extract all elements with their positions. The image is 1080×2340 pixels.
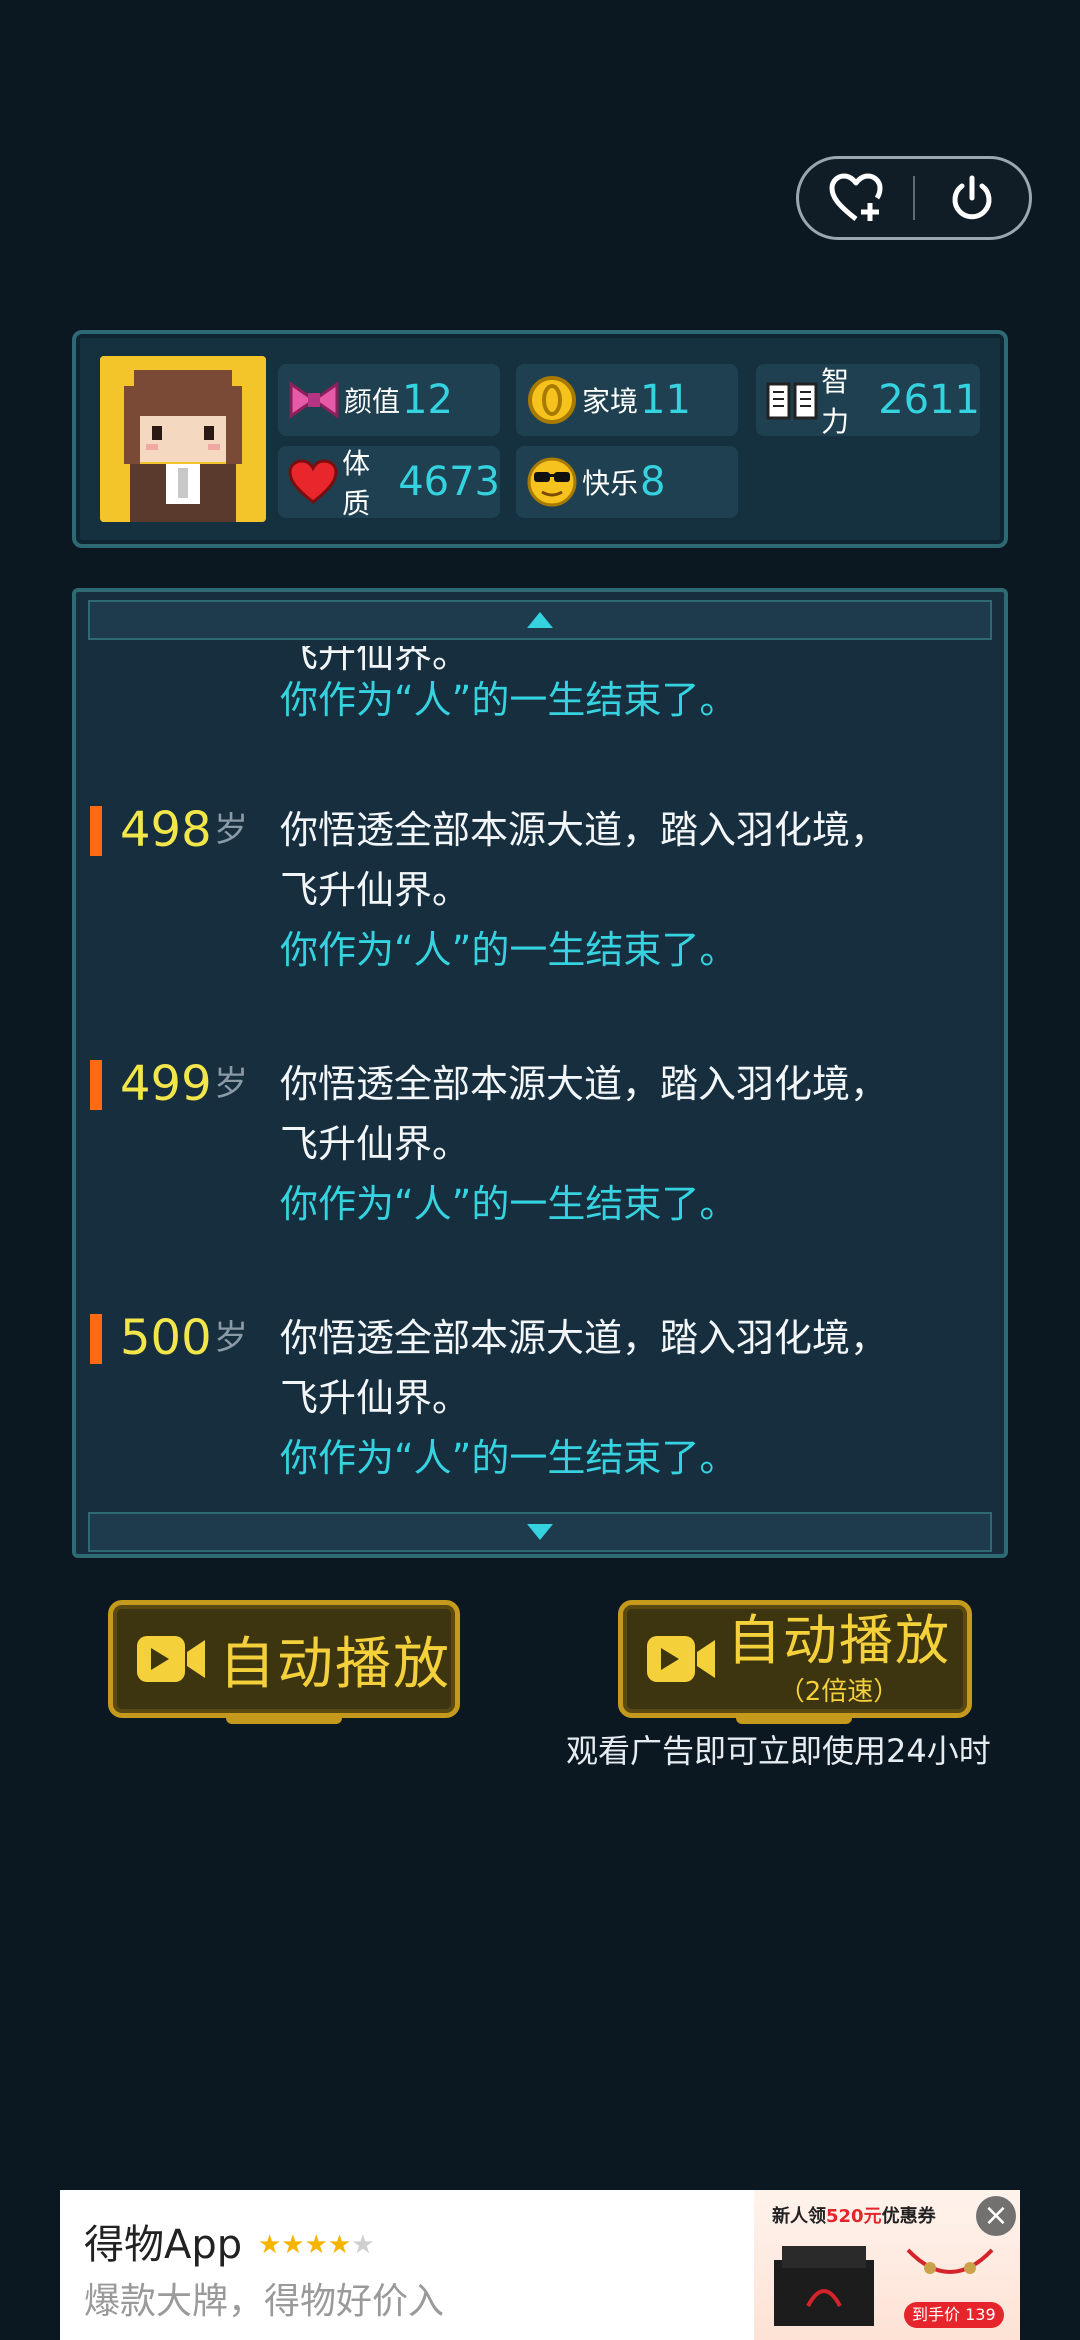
close-icon[interactable]: × [976, 2196, 1016, 2236]
star-off: ★ [351, 2230, 375, 2260]
exit-button[interactable] [915, 159, 1029, 237]
stat-value: 11 [640, 377, 691, 423]
stat-family: 家境 11 [516, 364, 738, 436]
bow-icon [286, 372, 342, 428]
scroll-down-button[interactable] [88, 1512, 992, 1552]
video-camera-icon [135, 1632, 207, 1686]
stat-label: 快乐 [582, 467, 639, 500]
log-end-line: 你作为“人”的一生结束了。 [280, 1436, 738, 1480]
stat-label: 智力 [821, 365, 850, 438]
stat-value: 2611 [878, 377, 980, 423]
stat-value: 12 [402, 377, 453, 423]
stat-constitution: 体质 4673 [278, 446, 500, 520]
star-on: ★★★★ [258, 2230, 352, 2260]
age-marker [90, 806, 102, 856]
favorite-button[interactable] [799, 159, 913, 237]
stat-value: 8 [640, 459, 666, 505]
ad-headline-amount: 520元 [826, 2206, 882, 2227]
speed-label: （2倍速） [778, 1676, 900, 1707]
log-line: 你悟透全部本源大道，踏入羽化境， [280, 1062, 889, 1106]
arrow-up-icon [527, 612, 553, 628]
log-line: 飞升仙界。 [280, 868, 471, 912]
autoplay-button[interactable]: 自动播放 [108, 1600, 460, 1718]
arrow-down-icon [527, 1524, 553, 1540]
price-tag: 到手价 139 [904, 2302, 1004, 2328]
rating-stars: ★★★★★ [258, 2230, 375, 2260]
gift-box-icon [774, 2246, 874, 2326]
ad-image[interactable]: 新人领520元优惠券 到手价 139 × [754, 2190, 1020, 2340]
book-icon [764, 372, 819, 428]
coin-icon [524, 372, 580, 428]
video-camera-icon [645, 1632, 717, 1686]
age-unit: 岁 [214, 1064, 248, 1104]
log-line: 飞升仙界。 [280, 1376, 471, 1420]
log-line: 飞升仙界。 [280, 1122, 471, 1166]
log-end-line: 你作为“人”的一生结束了。 [280, 678, 738, 722]
stat-value: 4673 [398, 459, 500, 505]
stat-label: 体质 [342, 447, 371, 520]
stat-label: 家境 [582, 385, 639, 418]
log-line: 你悟透全部本源大道，踏入羽化境， [280, 808, 889, 852]
age-unit: 岁 [214, 810, 248, 850]
ad-headline-suffix: 优惠券 [881, 2206, 936, 2227]
ad-headline-prefix: 新人领 [772, 2206, 826, 2227]
stat-intelligence: 智力 2611 [756, 364, 980, 438]
autoplay-2x-button[interactable]: 自动播放 （2倍速） [618, 1600, 972, 1718]
log-end-line: 你作为“人”的一生结束了。 [280, 1182, 738, 1226]
ad-banner[interactable]: 得物App ★★★★★ 爆款大牌，得物好价入 新人领520元优惠券 到手价 13… [60, 2190, 1020, 2340]
age-marker [90, 1060, 102, 1110]
age-marker [90, 1314, 102, 1364]
bracelet-icon [906, 2248, 994, 2274]
heart-add-icon [829, 173, 883, 221]
stat-label: 颜值 [344, 385, 401, 418]
life-log-panel[interactable]: 飞升仙界。 你作为“人”的一生结束了。 498 岁 你悟透全部本源大道，踏入羽化… [72, 588, 1008, 1558]
ad-slogan: 爆款大牌，得物好价入 [84, 2281, 445, 2322]
sunglasses-face-icon [524, 454, 580, 510]
ad-app-name: 得物App [84, 2222, 243, 2268]
ad-hint-text: 观看广告即可立即使用24小时 [566, 1732, 991, 1770]
button-tab-decoration [226, 1716, 342, 1724]
power-icon [952, 175, 992, 220]
autoplay-label: 自动播放 [219, 1631, 451, 1697]
stat-appearance: 颜值 12 [278, 364, 500, 436]
pixel-character-icon [100, 356, 266, 522]
button-tab-decoration [736, 1716, 852, 1724]
log-end-line: 你作为“人”的一生结束了。 [280, 928, 738, 972]
ad-headline: 新人领520元优惠券 [772, 2202, 936, 2228]
autoplay-2x-label: 自动播放 [727, 1608, 951, 1672]
log-line: 你悟透全部本源大道，踏入羽化境， [280, 1316, 889, 1360]
age-number: 498 [120, 802, 212, 858]
top-capsule [796, 156, 1032, 240]
age-number: 500 [120, 1310, 212, 1366]
heart-icon [286, 454, 340, 510]
scroll-up-button[interactable] [88, 600, 992, 640]
avatar [100, 356, 266, 522]
age-number: 499 [120, 1056, 212, 1112]
age-unit: 岁 [214, 1318, 248, 1358]
stat-happiness: 快乐 8 [516, 446, 738, 518]
